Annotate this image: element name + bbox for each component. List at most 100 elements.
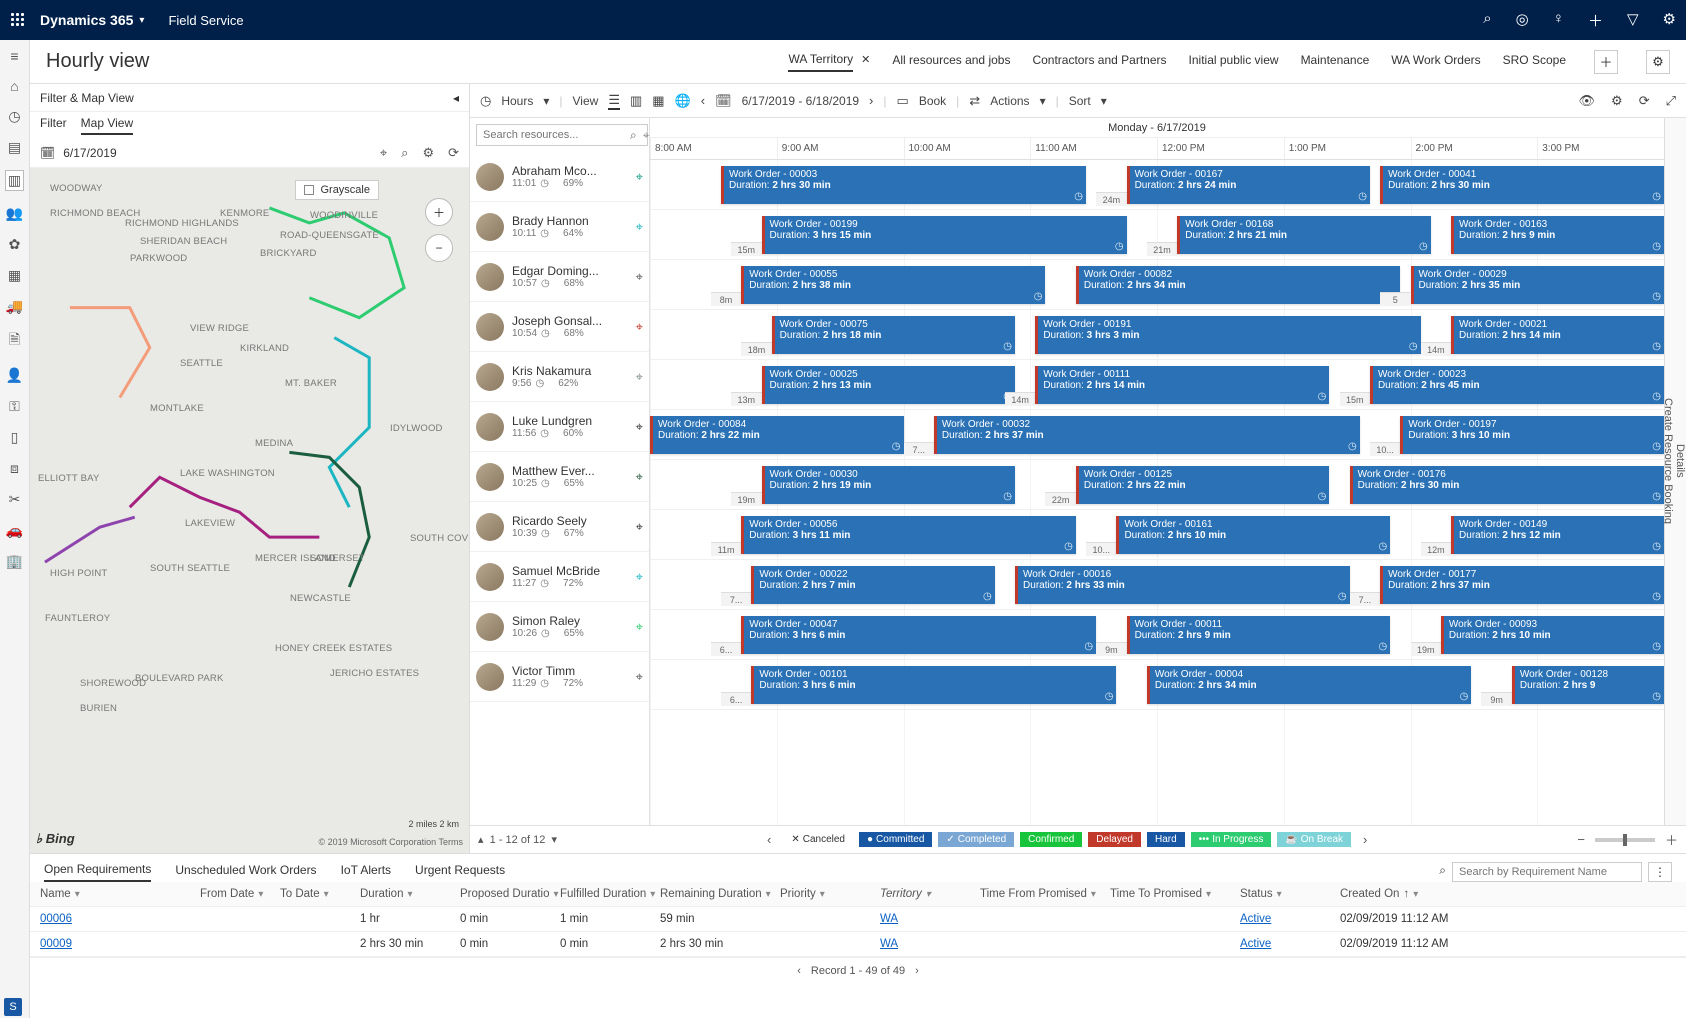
resource-row[interactable]: Abraham Mco... 11:01◷69% ⌖ [470,152,649,202]
requirements-tab[interactable]: Open Requirements [44,862,151,882]
work-order-block[interactable]: Work Order - 00084Duration: 2 hrs 22 min… [650,416,904,454]
more-icon[interactable]: ⋮ [1648,862,1672,882]
column-header[interactable]: Territory [880,888,922,900]
search-resources-input[interactable] [476,124,648,146]
location-pin-icon[interactable]: ⌖ [636,619,643,635]
search-icon[interactable]: ⌕ [1483,10,1491,31]
location-pin-icon[interactable]: ⌖ [636,569,643,585]
work-order-block[interactable]: Work Order - 00011Duration: 2 hrs 9 min◷ [1127,616,1391,654]
work-order-block[interactable]: Work Order - 00047Duration: 3 hrs 6 min◷ [741,616,1096,654]
view-settings-button[interactable]: ⚙ [1646,50,1670,74]
legend-item[interactable]: ●Committed [859,832,932,847]
person-icon[interactable]: 👤 [6,367,23,384]
zoom-out2-icon[interactable]: − [1577,832,1585,847]
work-order-block[interactable]: Work Order - 00191Duration: 3 hrs 3 min◷ [1035,316,1420,354]
next-icon[interactable]: › [869,93,873,108]
work-order-block[interactable]: Work Order - 00176Duration: 2 hrs 30 min… [1350,466,1664,504]
gear-icon[interactable]: ⚙ [1663,10,1676,31]
work-order-block[interactable]: Work Order - 00032Duration: 2 hrs 37 min… [934,416,1360,454]
bulb-icon[interactable]: ♀ [1553,10,1564,31]
menu-icon[interactable]: ≡ [10,48,18,64]
work-order-block[interactable]: Work Order - 00025Duration: 2 hrs 13 min… [762,366,1016,404]
filter-icon[interactable]: ▽ [1627,10,1639,31]
work-order-block[interactable]: Work Order - 00093Duration: 2 hrs 10 min… [1441,616,1664,654]
work-order-block[interactable]: Work Order - 00168Duration: 2 hrs 21 min… [1177,216,1431,254]
resource-row[interactable]: Joseph Gonsal... 10:54◷68% ⌖ [470,302,649,352]
filter-dropdown-icon[interactable]: ▾ [766,889,771,900]
requirements-tab[interactable]: Unscheduled Work Orders [175,863,316,881]
work-order-block[interactable]: Work Order - 00022Duration: 2 hrs 7 min◷ [751,566,994,604]
work-order-block[interactable]: Work Order - 00177Duration: 2 hrs 37 min… [1380,566,1664,604]
column-header[interactable]: Fulfilled Duration [560,888,646,900]
work-order-block[interactable]: Work Order - 00111Duration: 2 hrs 14 min… [1035,366,1329,404]
requirements-tab[interactable]: Urgent Requests [415,863,505,881]
view-col-icon[interactable]: ▥ [630,93,642,109]
work-order-block[interactable]: Work Order - 00161Duration: 2 hrs 10 min… [1116,516,1390,554]
work-order-block[interactable]: Work Order - 00055Duration: 2 hrs 38 min… [741,266,1045,304]
cal2-icon[interactable]: 🗓 [715,93,732,109]
building-icon[interactable]: 🏢 [6,553,23,570]
page-up-icon[interactable]: ▴ [478,833,484,846]
view-grid-icon[interactable]: ▦ [652,93,664,109]
location-pin-icon[interactable]: ⌖ [636,519,643,535]
column-header[interactable]: Duration [360,888,403,900]
location-pin-icon[interactable]: ⌖ [636,419,643,435]
filter-dropdown-icon[interactable]: ▾ [324,889,329,900]
key-icon[interactable]: ⚿ [9,398,20,415]
resource-row[interactable]: Ricardo Seely 10:39◷67% ⌖ [470,502,649,552]
column-header[interactable]: Priority [780,888,816,900]
side-rails[interactable]: Details Create Resource Booking [1664,118,1686,825]
location-pin-icon[interactable]: ⌖ [636,369,643,385]
presence-badge[interactable]: S [4,998,22,1016]
clock-icon[interactable]: ◷ [8,108,20,125]
location-pin-icon[interactable]: ⌖ [636,269,643,285]
eye-icon[interactable]: 👁 [1579,93,1596,109]
work-order-block[interactable]: Work Order - 00163Duration: 2 hrs 9 min◷ [1451,216,1664,254]
work-order-block[interactable]: Work Order - 00101Duration: 3 hrs 6 min◷ [751,666,1116,704]
filter-dropdown-icon[interactable]: ▾ [75,889,80,900]
resource-row[interactable]: Luke Lundgren 11:56◷60% ⌖ [470,402,649,452]
column-header[interactable]: Status [1240,888,1273,900]
grid-next-icon[interactable]: › [915,965,919,977]
work-order-block[interactable]: Work Order - 00075Duration: 2 hrs 18 min… [772,316,1015,354]
globe-icon[interactable]: 🌐 [675,93,691,109]
grid2-icon[interactable]: ▦ [8,267,21,284]
filter-dropdown-icon[interactable]: ▾ [258,889,263,900]
details-rail[interactable]: Details [1674,124,1686,797]
work-order-block[interactable]: Work Order - 00030Duration: 2 hrs 19 min… [762,466,1016,504]
page-icon[interactable]: ▯ [11,429,19,446]
map-canvas[interactable]: Grayscale ＋ − WoodwayRichmond Bea [30,168,469,853]
locate-icon[interactable]: ⌖ [380,145,387,161]
collapse-left-icon[interactable]: ◂ [453,91,459,105]
work-order-block[interactable]: Work Order - 00003Duration: 2 hrs 30 min… [721,166,1086,204]
resource-row[interactable]: Brady Hannon 10:11◷64% ⌖ [470,202,649,252]
work-order-block[interactable]: Work Order - 00167Duration: 2 hrs 24 min… [1127,166,1370,204]
view-tab[interactable]: Initial public view [1189,53,1279,71]
car-icon[interactable]: 🚗 [6,522,23,539]
location-pin-icon[interactable]: ⌖ [636,169,643,185]
gear3-icon[interactable]: ⚙ [1611,93,1623,109]
resource-row[interactable]: Victor Timm 11:29◷72% ⌖ [470,652,649,702]
work-order-block[interactable]: Work Order - 00021Duration: 2 hrs 14 min… [1451,316,1664,354]
refresh2-icon[interactable]: ⟳ [1639,93,1650,109]
requirement-row[interactable]: 000061 hr0 min1 min59 minWAActive02/09/2… [30,907,1686,932]
work-order-block[interactable]: Work Order - 00082Duration: 2 hrs 34 min… [1076,266,1400,304]
view-tab[interactable]: All resources and jobs [892,53,1010,71]
location-pin-icon[interactable]: ⌖ [636,469,643,485]
work-order-block[interactable]: Work Order - 00029Duration: 2 hrs 35 min… [1411,266,1665,304]
home-icon[interactable]: ⌂ [10,78,18,94]
location-pin-icon[interactable]: ⌖ [636,219,643,235]
add-view-button[interactable]: ＋ [1594,50,1618,74]
brand[interactable]: Dynamics 365 [40,12,133,28]
view-tab[interactable]: WA Territory [788,52,853,72]
tool-icon[interactable]: ✂ [9,491,21,508]
work-order-block[interactable]: Work Order - 00197Duration: 3 hrs 10 min… [1400,416,1664,454]
work-order-block[interactable]: Work Order - 00016Duration: 2 hrs 33 min… [1015,566,1350,604]
filter-dropdown-icon[interactable]: ▾ [1091,889,1096,900]
resource-row[interactable]: Edgar Doming... 10:57◷68% ⌖ [470,252,649,302]
resource-row[interactable]: Samuel McBride 11:27◷72% ⌖ [470,552,649,602]
list-icon[interactable]: ▥ [5,170,24,191]
calendar-icon[interactable]: 🗓 [40,146,55,160]
settings2-icon[interactable]: ✿ [9,236,21,253]
legend-item[interactable]: Hard [1147,832,1185,847]
